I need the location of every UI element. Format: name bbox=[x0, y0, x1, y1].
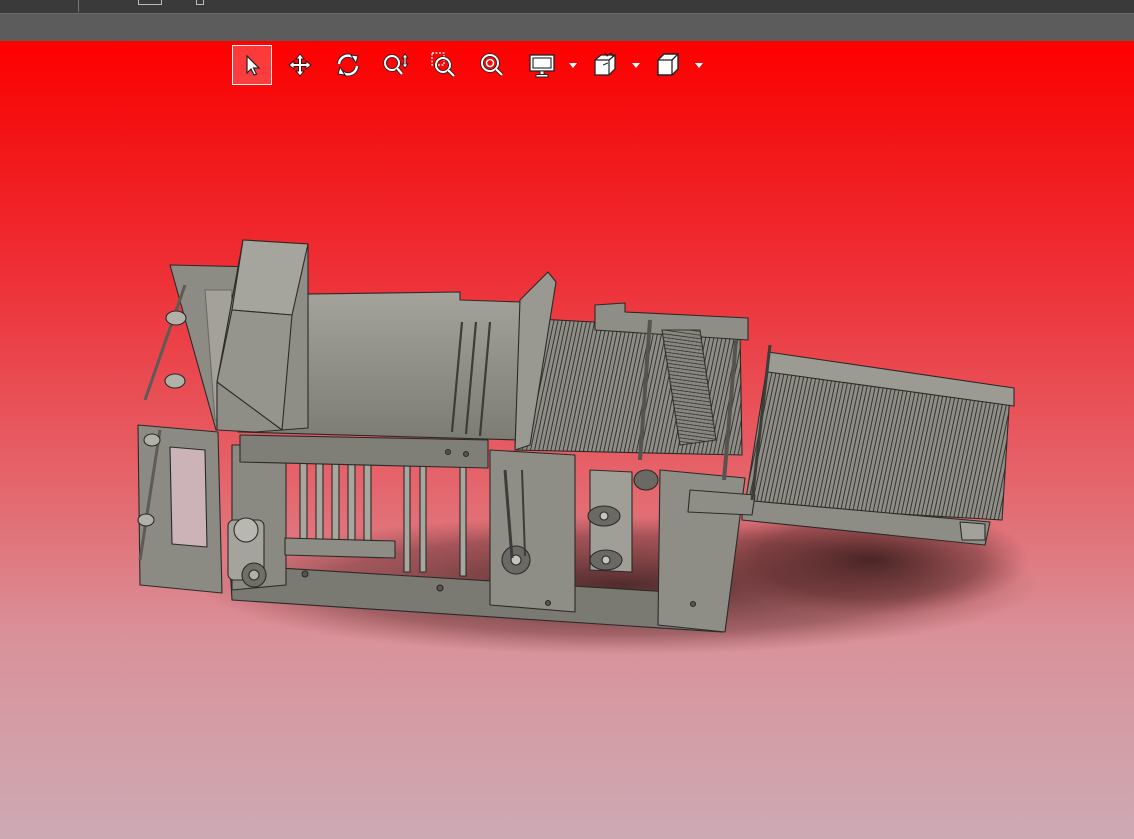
document-icon[interactable] bbox=[196, 0, 204, 5]
window-icon[interactable] bbox=[138, 0, 162, 5]
graphics-viewport[interactable] bbox=[0, 41, 1134, 839]
toolbar-separator bbox=[78, 0, 79, 12]
command-bar bbox=[0, 14, 1134, 41]
title-bar bbox=[0, 0, 1134, 14]
machine-model[interactable] bbox=[0, 41, 1134, 839]
